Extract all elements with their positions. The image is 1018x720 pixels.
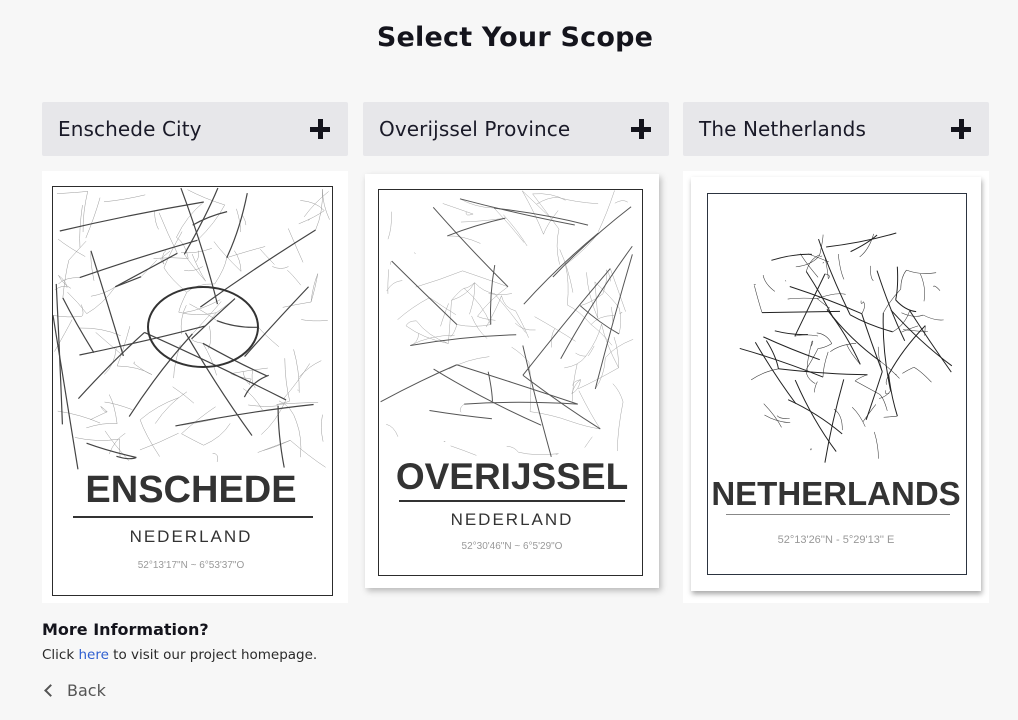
poster-coordinates: 52°13'26''N - 5°29'13'' E [691,534,981,546]
poster-card-overijssel[interactable]: OVERIJSSEL NEDERLAND 52°30'46"N ~ 6°5'29… [363,171,669,603]
poster-city-name: NETHERLANDS [691,475,981,513]
poster-card-netherlands[interactable]: NETHERLANDS 52°13'26''N - 5°29'13'' E [683,171,989,603]
more-info-heading: More Information? [42,620,209,639]
scope-header-netherlands[interactable]: The Netherlands [683,102,989,156]
info-text-before: Click [42,647,78,663]
poster-image: NETHERLANDS 52°13'26''N - 5°29'13'' E [691,177,981,591]
back-button[interactable]: Back [42,681,106,700]
back-label: Back [67,681,106,700]
info-text-after: to visit our project homepage. [109,647,317,663]
poster-coordinates: 52°13'17"N ~ 6°53'37"O [48,560,334,571]
chevron-left-icon [44,684,57,697]
poster-card-enschede[interactable]: ENSCHEDE NEDERLAND 52°13'17"N ~ 6°53'37"… [42,171,348,603]
poster-coordinates: 52°30'46"N ~ 6°5'29"O [365,541,659,552]
poster-country-name: NEDERLAND [365,510,659,530]
plus-icon[interactable] [310,119,330,139]
homepage-link[interactable]: here [78,647,108,663]
poster-country-name: NEDERLAND [48,527,334,547]
poster-divider [726,514,950,515]
country-map-graphic [708,194,966,484]
plus-icon[interactable] [631,119,651,139]
poster-divider [73,516,313,518]
scope-label: Overijssel Province [379,117,570,141]
plus-icon[interactable] [951,119,971,139]
poster-divider [399,500,625,502]
page-title: Select Your Scope [0,22,1018,53]
scope-label: The Netherlands [699,117,866,141]
scope-header-enschede[interactable]: Enschede City [42,102,348,156]
poster-city-name: OVERIJSSEL [365,456,659,498]
poster-image: ENSCHEDE NEDERLAND 52°13'17"N ~ 6°53'37"… [48,183,334,603]
more-info-text: Click here to visit our project homepage… [42,647,317,663]
poster-image: OVERIJSSEL NEDERLAND 52°30'46"N ~ 6°5'29… [365,174,659,588]
scope-header-overijssel[interactable]: Overijssel Province [363,102,669,156]
scope-label: Enschede City [58,117,202,141]
poster-city-name: ENSCHEDE [48,469,334,512]
city-map-graphic [53,187,332,472]
province-map-graphic [379,190,642,460]
